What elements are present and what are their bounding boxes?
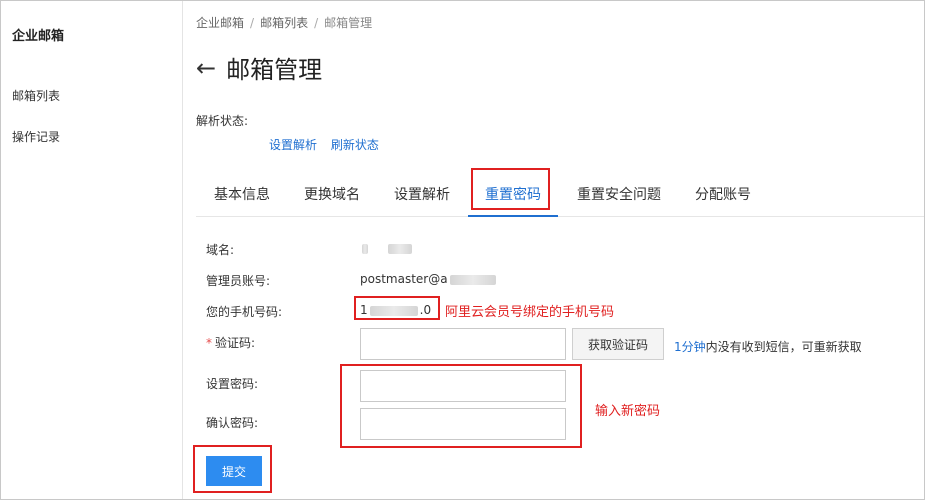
required-mark: * bbox=[206, 336, 212, 350]
breadcrumb-mailbox-list[interactable]: 邮箱列表 bbox=[260, 16, 308, 30]
refresh-status-link[interactable]: 刷新状态 bbox=[331, 138, 379, 152]
phone-label: 您的手机号码: bbox=[206, 305, 283, 319]
verification-code-input[interactable] bbox=[360, 328, 566, 360]
breadcrumb: 企业邮箱 / 邮箱列表 / 邮箱管理 bbox=[196, 16, 373, 30]
tab-change-domain[interactable]: 更换域名 bbox=[302, 175, 362, 217]
tab-basic-info[interactable]: 基本信息 bbox=[212, 175, 272, 217]
masked-domain-part-2 bbox=[387, 243, 412, 254]
admin-account-text: postmaster@a bbox=[360, 272, 448, 286]
sms-hint-text: 内没有收到短信，可重新获取 bbox=[705, 340, 862, 354]
page-title-text: 邮箱管理 bbox=[226, 56, 323, 84]
admin-account-value: postmaster@a bbox=[360, 272, 498, 286]
sms-hint: 1分钟内没有收到短信，可重新获取 bbox=[674, 338, 862, 355]
verification-code-label-text: 验证码: bbox=[215, 336, 256, 350]
back-arrow-icon[interactable]: ← bbox=[196, 54, 216, 82]
masked-domain-part-1 bbox=[362, 243, 368, 254]
highlight-box-passwords bbox=[340, 364, 582, 448]
breadcrumb-mailbox-management: 邮箱管理 bbox=[324, 16, 373, 30]
domain-value bbox=[360, 241, 414, 255]
breadcrumb-enterprise-mail[interactable]: 企业邮箱 bbox=[196, 16, 244, 30]
get-code-button[interactable]: 获取验证码 bbox=[572, 328, 664, 360]
tab-reset-security-question[interactable]: 重置安全问题 bbox=[574, 175, 664, 217]
sidebar: 企业邮箱 邮箱列表 操作记录 bbox=[1, 1, 183, 499]
tab-assign-account[interactable]: 分配账号 bbox=[693, 175, 753, 217]
highlight-box-reset-tab bbox=[471, 168, 550, 210]
page-title: ← 邮箱管理 bbox=[196, 50, 322, 85]
setup-dns-link[interactable]: 设置解析 bbox=[269, 138, 317, 152]
confirm-password-label: 确认密码: bbox=[206, 416, 259, 430]
new-password-label: 设置密码: bbox=[206, 377, 259, 391]
sms-hint-countdown: 1分钟 bbox=[674, 340, 706, 354]
phone-annotation: 阿里云会员号绑定的手机号码 bbox=[445, 305, 615, 320]
app-title: 企业邮箱 bbox=[12, 29, 65, 44]
tab-dns-setup[interactable]: 设置解析 bbox=[392, 175, 452, 217]
verification-code-label: * 验证码: bbox=[206, 334, 255, 351]
admin-account-label: 管理员账号: bbox=[206, 274, 271, 288]
domain-label: 域名: bbox=[206, 243, 235, 257]
dns-status-label: 解析状态: bbox=[196, 114, 249, 128]
highlight-box-phone bbox=[354, 296, 440, 320]
highlight-box-submit bbox=[193, 445, 272, 493]
tab-bar: 基本信息 更换域名 设置解析 重置密码 重置安全问题 分配账号 bbox=[196, 175, 924, 217]
dns-links: 设置解析 刷新状态 bbox=[269, 136, 389, 153]
sidebar-item-mailbox-list[interactable]: 邮箱列表 bbox=[12, 87, 60, 104]
masked-admin-domain bbox=[449, 274, 496, 285]
sidebar-item-operation-log[interactable]: 操作记录 bbox=[12, 128, 60, 145]
main-content: 企业邮箱 / 邮箱列表 / 邮箱管理 ← 邮箱管理 解析状态: 设置解析 刷新状态 基本… bbox=[184, 0, 924, 500]
password-annotation: 输入新密码 bbox=[595, 404, 661, 419]
